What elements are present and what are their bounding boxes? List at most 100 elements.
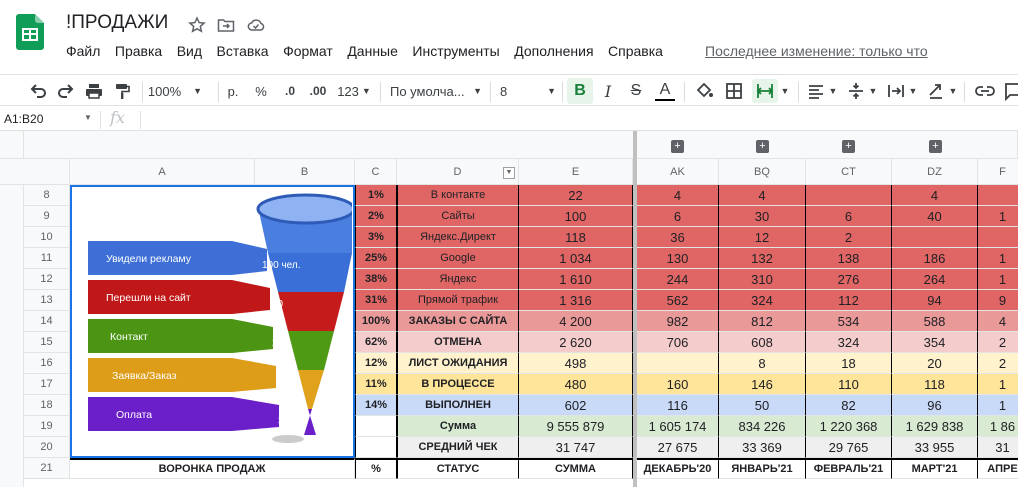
- cell-bq-13[interactable]: 324: [719, 290, 806, 311]
- chevron-down-icon[interactable]: ▼: [908, 81, 918, 101]
- cell-bq-11[interactable]: 132: [719, 248, 806, 269]
- insert-comment-icon[interactable]: [1004, 81, 1018, 101]
- cell-ak-10[interactable]: 36: [637, 227, 719, 248]
- row-header-20[interactable]: 20: [24, 437, 70, 458]
- cell-dz-18[interactable]: 96: [892, 395, 978, 416]
- cell-c-11[interactable]: 25%: [355, 248, 397, 269]
- menu-item-7[interactable]: Дополнения: [514, 43, 593, 59]
- merge-cells-icon[interactable]: [752, 79, 778, 103]
- cell-e-12[interactable]: 1 610: [519, 269, 633, 290]
- cell-ak-16[interactable]: [637, 353, 719, 374]
- expand-group-icon[interactable]: +: [842, 140, 855, 153]
- cell-bq-20[interactable]: 33 369: [719, 437, 806, 458]
- cell-e-17[interactable]: 480: [519, 374, 633, 395]
- fill-color-icon[interactable]: [694, 81, 714, 101]
- cell-d-9[interactable]: Сайты: [397, 206, 519, 227]
- row-header-19[interactable]: 19: [24, 416, 70, 437]
- print-icon[interactable]: [84, 81, 104, 101]
- cell-bq-21[interactable]: ЯНВАРЬ'21: [719, 458, 806, 479]
- last-edit-link[interactable]: Последнее изменение: только что: [705, 43, 928, 59]
- cell-d-13[interactable]: Прямой трафик: [397, 290, 519, 311]
- cell-c-18[interactable]: 14%: [355, 395, 397, 416]
- cell-e-9[interactable]: 100: [519, 206, 633, 227]
- cell-c-20[interactable]: [355, 437, 397, 458]
- vertical-align-icon[interactable]: [846, 81, 866, 101]
- cell-f-14[interactable]: 4: [978, 311, 1018, 332]
- chevron-down-icon[interactable]: ▼: [868, 81, 878, 101]
- cell-e-21[interactable]: СУММА: [519, 458, 633, 479]
- cell-c-21[interactable]: %: [355, 458, 397, 479]
- row-header-21[interactable]: 21: [24, 458, 70, 479]
- expand-group-icon[interactable]: +: [756, 140, 769, 153]
- cell-ak-19[interactable]: 1 605 174: [637, 416, 719, 437]
- cell-ak-21[interactable]: ДЕКАБРЬ'20: [637, 458, 719, 479]
- cell-ak-20[interactable]: 27 675: [637, 437, 719, 458]
- column-header-b[interactable]: B: [255, 159, 355, 185]
- cell-c-17[interactable]: 11%: [355, 374, 397, 395]
- cell-ct-16[interactable]: 18: [806, 353, 892, 374]
- cell-e-8[interactable]: 22: [519, 185, 633, 206]
- menu-item-0[interactable]: Файл: [66, 43, 100, 59]
- italic-button[interactable]: I: [598, 81, 618, 101]
- cell-d-18[interactable]: ВЫПОЛНЕН: [397, 395, 519, 416]
- cell-ct-12[interactable]: 276: [806, 269, 892, 290]
- row-header-16[interactable]: 16: [24, 353, 70, 374]
- row-header-17[interactable]: 17: [24, 374, 70, 395]
- cell-f-10[interactable]: [978, 227, 1018, 248]
- filter-icon[interactable]: ▼: [503, 167, 515, 179]
- cell-ct-8[interactable]: [806, 185, 892, 206]
- row-header-11[interactable]: 11: [24, 248, 70, 269]
- cell-ct-9[interactable]: 6: [806, 206, 892, 227]
- cell-ct-21[interactable]: ФЕВРАЛЬ'21: [806, 458, 892, 479]
- row-header-13[interactable]: 13: [24, 290, 70, 311]
- strikethrough-button[interactable]: S: [626, 81, 646, 101]
- menu-item-8[interactable]: Справка: [608, 43, 663, 59]
- cell-d-20[interactable]: СРЕДНИЙ ЧЕК: [397, 437, 519, 458]
- column-header-dz[interactable]: DZ: [892, 159, 978, 185]
- cell-d-19[interactable]: Сумма: [397, 416, 519, 437]
- cell-dz-11[interactable]: 186: [892, 248, 978, 269]
- cell-ct-13[interactable]: 112: [806, 290, 892, 311]
- cell-e-14[interactable]: 4 200: [519, 311, 633, 332]
- cell-bq-19[interactable]: 834 226: [719, 416, 806, 437]
- cell-ct-15[interactable]: 324: [806, 332, 892, 353]
- cell-dz-21[interactable]: МАРТ'21: [892, 458, 978, 479]
- cell-f-21[interactable]: АПРЕ: [978, 458, 1018, 479]
- cell-ak-17[interactable]: 160: [637, 374, 719, 395]
- cell-c-19[interactable]: [355, 416, 397, 437]
- cell-e-13[interactable]: 1 316: [519, 290, 633, 311]
- percent-format-button[interactable]: %: [254, 81, 268, 101]
- cell-bq-15[interactable]: 608: [719, 332, 806, 353]
- move-to-folder-icon[interactable]: [217, 16, 235, 34]
- cell-c-12[interactable]: 38%: [355, 269, 397, 290]
- expand-group-icon[interactable]: +: [671, 140, 684, 153]
- cell-c-8[interactable]: 1%: [355, 185, 397, 206]
- cell-dz-10[interactable]: [892, 227, 978, 248]
- more-formats-select[interactable]: 123 ▼: [334, 81, 374, 101]
- cell-ak-9[interactable]: 6: [637, 206, 719, 227]
- cell-dz-16[interactable]: 20: [892, 353, 978, 374]
- cell-ak-12[interactable]: 244: [637, 269, 719, 290]
- row-header-18[interactable]: 18: [24, 395, 70, 416]
- cell-ct-11[interactable]: 138: [806, 248, 892, 269]
- cell-dz-14[interactable]: 588: [892, 311, 978, 332]
- cloud-saved-icon[interactable]: [247, 16, 265, 34]
- row-header-15[interactable]: 15: [24, 332, 70, 353]
- document-title[interactable]: !ПРОДАЖИ: [66, 12, 168, 34]
- cell-e-11[interactable]: 1 034: [519, 248, 633, 269]
- borders-icon[interactable]: [724, 81, 744, 101]
- cell-c-15[interactable]: 62%: [355, 332, 397, 353]
- font-family-select[interactable]: По умолча... ▼: [390, 81, 482, 101]
- cell-ct-14[interactable]: 534: [806, 311, 892, 332]
- column-header-e[interactable]: E: [519, 159, 633, 185]
- chevron-down-icon[interactable]: ▼: [828, 81, 838, 101]
- cell-d-16[interactable]: ЛИСТ ОЖИДАНИЯ: [397, 353, 519, 374]
- cell-f-20[interactable]: 31: [978, 437, 1018, 458]
- cell-ct-18[interactable]: 82: [806, 395, 892, 416]
- cell-ct-10[interactable]: 2: [806, 227, 892, 248]
- cell-d-8[interactable]: В контакте: [397, 185, 519, 206]
- column-header-a[interactable]: A: [70, 159, 255, 185]
- align-left-icon[interactable]: [806, 81, 826, 101]
- menu-item-1[interactable]: Правка: [115, 43, 162, 59]
- text-color-button[interactable]: A: [654, 81, 676, 101]
